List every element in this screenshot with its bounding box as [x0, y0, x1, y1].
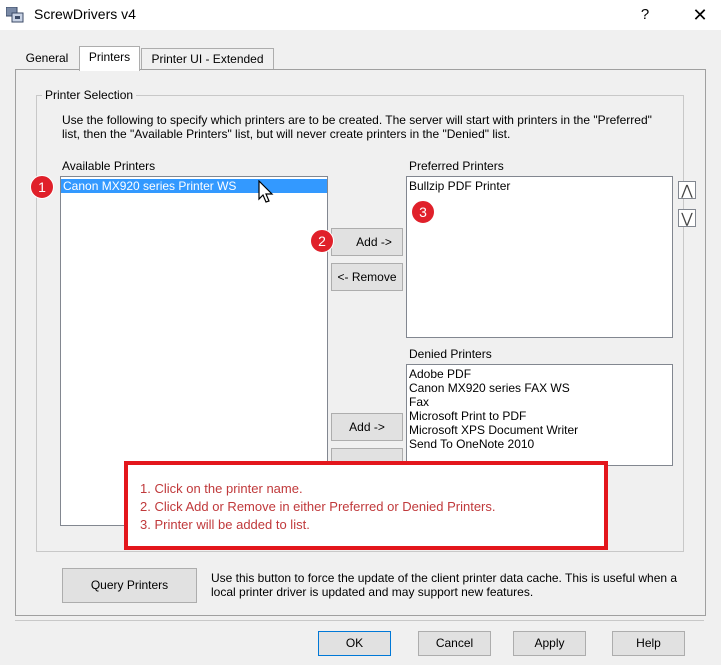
list-item-available-canon[interactable]: Canon MX920 series Printer WS — [61, 179, 327, 193]
query-description: Use this button to force the update of t… — [211, 571, 678, 599]
list-item-denied[interactable]: Send To OneNote 2010 — [407, 437, 672, 451]
move-down-button[interactable]: ⋁ — [678, 209, 696, 227]
list-item-denied[interactable]: Canon MX920 series FAX WS — [407, 381, 672, 395]
list-item-denied[interactable]: Microsoft XPS Document Writer — [407, 423, 672, 437]
printer-selection-label: Printer Selection — [42, 88, 137, 102]
apply-button[interactable]: Apply — [513, 631, 586, 656]
add-denied-button[interactable]: Add -> — [331, 413, 403, 441]
tab-printers[interactable]: Printers — [79, 46, 140, 71]
move-up-button[interactable]: ⋀ — [678, 181, 696, 199]
list-item-denied[interactable]: Microsoft Print to PDF — [407, 409, 672, 423]
instructions-text: Use the following to specify which print… — [62, 113, 652, 141]
list-item-preferred-bullzip[interactable]: Bullzip PDF Printer — [407, 179, 672, 193]
remove-denied-button[interactable] — [331, 448, 403, 462]
close-icon[interactable]: ✕ — [688, 4, 712, 26]
preferred-printers-list[interactable]: Bullzip PDF Printer — [406, 176, 673, 338]
cursor-icon — [258, 179, 276, 204]
tab-general[interactable]: General — [20, 48, 74, 69]
callout-step: 3. Printer will be added to list. — [140, 517, 310, 532]
divider — [15, 620, 704, 621]
denied-printers-list[interactable]: Adobe PDF Canon MX920 series FAX WS Fax … — [406, 364, 673, 466]
annotation-badge-3: 3 — [411, 200, 435, 224]
available-printers-label: Available Printers — [62, 159, 156, 173]
cancel-button[interactable]: Cancel — [418, 631, 491, 656]
list-item-denied[interactable]: Adobe PDF — [407, 367, 672, 381]
add-preferred-button[interactable]: Add -> — [331, 228, 403, 256]
query-printers-button[interactable]: Query Printers — [62, 568, 197, 603]
help-title-button[interactable]: ? — [635, 5, 655, 25]
app-icon — [5, 6, 24, 23]
preferred-printers-label: Preferred Printers — [409, 159, 504, 173]
annotation-badge-1: 1 — [30, 175, 54, 199]
list-item-denied[interactable]: Fax — [407, 395, 672, 409]
tab-printer-ui-extended[interactable]: Printer UI - Extended — [141, 48, 274, 70]
callout-step: 1. Click on the printer name. — [140, 481, 303, 496]
ok-button[interactable]: OK — [318, 631, 391, 656]
callout-step: 2. Click Add or Remove in either Preferr… — [140, 499, 496, 514]
annotation-badge-2: 2 — [310, 229, 334, 253]
window-title: ScrewDrivers v4 — [34, 6, 136, 22]
help-button[interactable]: Help — [612, 631, 685, 656]
denied-printers-label: Denied Printers — [409, 347, 492, 361]
remove-preferred-button[interactable]: <- Remove — [331, 263, 403, 291]
